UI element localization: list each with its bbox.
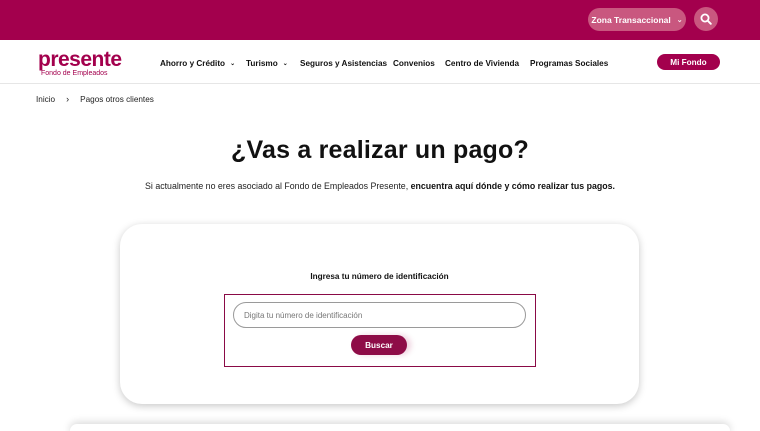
- breadcrumb-separator: ›: [66, 94, 70, 104]
- breadcrumb-current: Pagos otros clientes: [80, 94, 154, 104]
- id-number-input[interactable]: [233, 302, 526, 328]
- payment-search-card: Ingresa tu número de identificación Busc…: [120, 224, 639, 404]
- page-subtitle: Si actualmente no eres asociado al Fondo…: [0, 181, 760, 191]
- breadcrumb: Inicio › Pagos otros clientes: [36, 94, 154, 104]
- zona-transaccional-label: Zona Transaccional: [591, 14, 671, 25]
- buscar-button[interactable]: Buscar: [351, 335, 407, 355]
- nav-item-label: Turismo: [246, 59, 278, 68]
- nav-item-label: Programas Sociales: [530, 59, 609, 68]
- subtitle-bold: encuentra aquí dónde y cómo realizar tus…: [410, 181, 615, 191]
- chevron-down-icon: ⌄: [230, 61, 236, 67]
- zona-transaccional-button[interactable]: Zona Transaccional ⌄: [588, 8, 686, 31]
- subtitle-plain: Si actualmente no eres asociado al Fondo…: [145, 181, 411, 191]
- nav-item-convenios[interactable]: Convenios: [393, 59, 445, 68]
- search-form: Buscar: [224, 294, 536, 367]
- nav-item-centro-vivienda[interactable]: Centro de Vivienda: [445, 59, 530, 68]
- id-field-label: Ingresa tu número de identificación: [310, 272, 449, 281]
- page-title: ¿Vas a realizar un pago?: [231, 136, 529, 164]
- nav-item-label: Centro de Vivienda: [445, 59, 520, 68]
- nav-item-turismo[interactable]: Turismo ⌄: [246, 59, 300, 68]
- breadcrumb-home[interactable]: Inicio: [36, 95, 55, 104]
- nav-item-seguros[interactable]: Seguros y Asistencias: [300, 59, 393, 68]
- presente-logo[interactable]: presente Fondo de Empleados: [38, 48, 122, 78]
- next-section-card-edge: [70, 424, 730, 431]
- search-icon: [700, 13, 712, 25]
- nav-item-programas-sociales[interactable]: Programas Sociales: [530, 59, 608, 68]
- nav-item-label: Ahorro y Crédito: [160, 59, 226, 68]
- search-button[interactable]: [694, 7, 718, 31]
- primary-nav: Ahorro y Crédito ⌄ Turismo ⌄ Seguros y A…: [160, 59, 608, 68]
- nav-item-label: Convenios: [393, 59, 435, 68]
- nav-item-ahorro-credito[interactable]: Ahorro y Crédito ⌄: [160, 59, 246, 68]
- nav-item-label: Seguros y Asistencias: [300, 59, 388, 68]
- logo-word: presente: [38, 48, 122, 71]
- chevron-down-icon: ⌄: [282, 61, 288, 67]
- logo-subtitle: Fondo de Empleados: [41, 70, 108, 77]
- mi-fondo-button[interactable]: Mi Fondo: [657, 54, 720, 70]
- chevron-down-icon: ⌄: [676, 16, 683, 24]
- main-navbar: presente Fondo de Empleados Ahorro y Cré…: [0, 40, 760, 84]
- top-bar: Zona Transaccional ⌄: [0, 0, 760, 40]
